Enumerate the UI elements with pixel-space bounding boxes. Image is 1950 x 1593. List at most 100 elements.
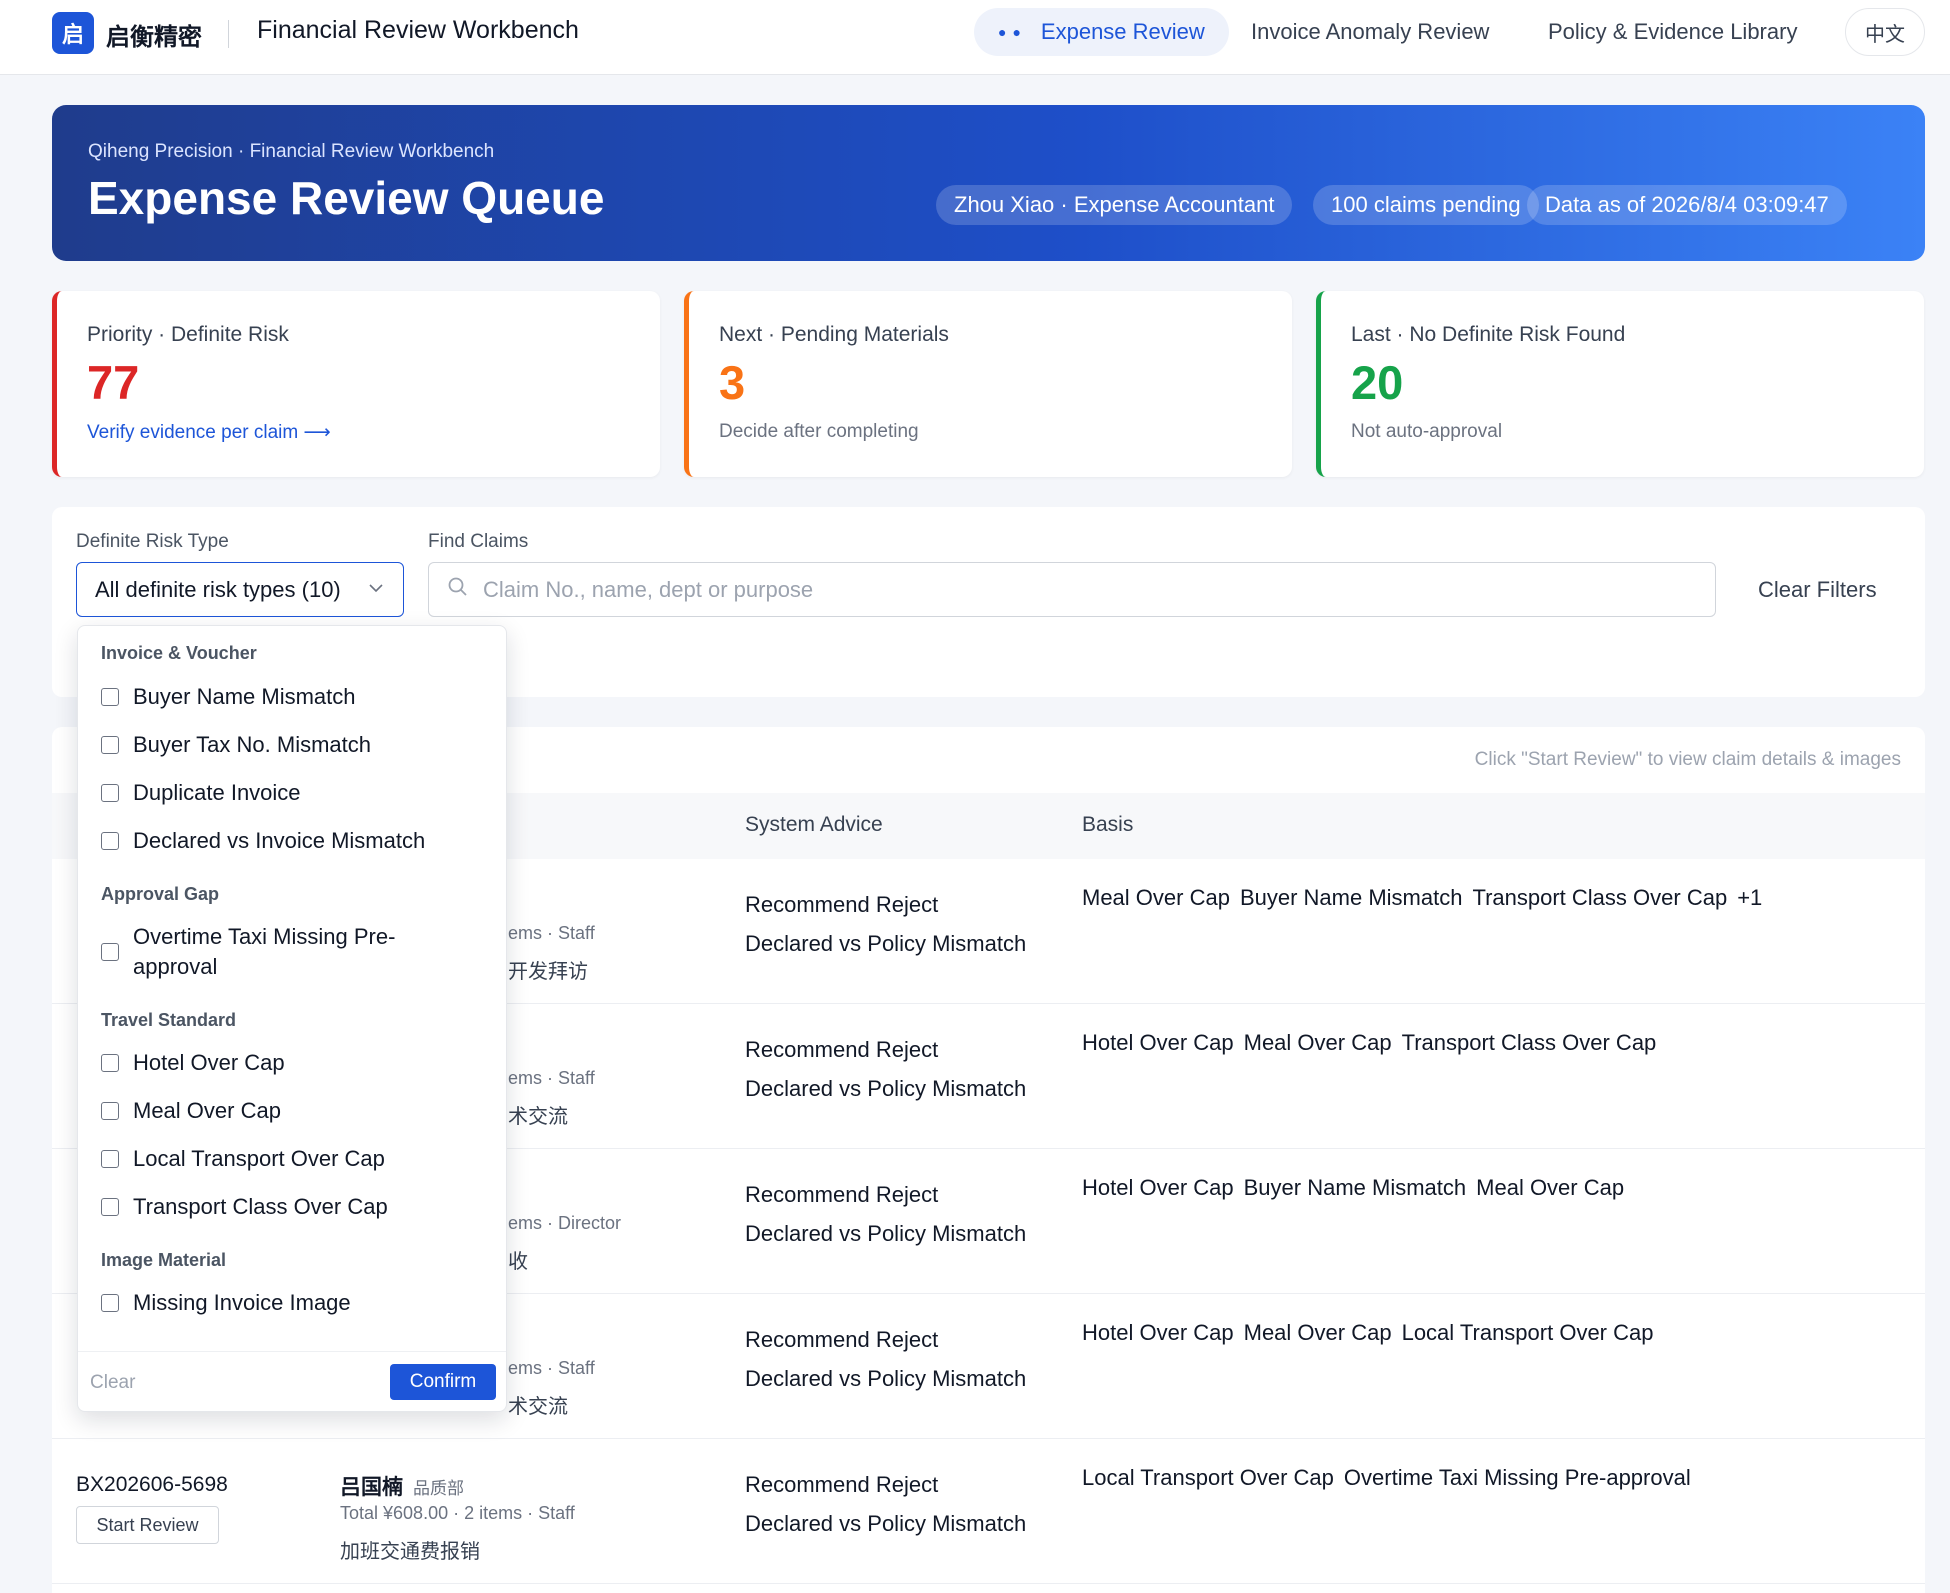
stat-value: 3 [719,356,746,409]
pending-count-pill: 100 claims pending [1313,185,1539,225]
search-field[interactable] [428,562,1716,617]
option-duplicate-invoice[interactable]: Duplicate Invoice [101,780,301,806]
tab-expense-review[interactable]: ●● Expense Review [974,8,1229,56]
find-claims-label: Find Claims [428,531,529,552]
tab-invoice-anomaly-label: Invoice Anomaly Review [1251,19,1490,44]
basis-tag: Meal Over Cap [1243,1320,1392,1345]
tab-expense-review-label: Expense Review [1040,19,1205,44]
basis-tags: Hotel Over Cap Meal Over Cap Local Transpo… [1082,1320,1663,1346]
advice-reason: Declared vs Policy Mismatch [745,1076,1027,1101]
option-label: Buyer Name Mismatch [133,684,356,709]
verify-evidence-label: Verify evidence per claim [87,422,299,443]
option-missing-invoice-image[interactable]: Missing Invoice Image [101,1290,351,1316]
system-advice: Recommend Reject Declared vs Policy Mism… [745,1175,1026,1253]
stat-card-definite-risk[interactable]: Priority · Definite Risk 77 Verify evide… [52,291,660,477]
risk-type-select[interactable]: All definite risk types (10) [76,562,404,617]
active-dots-icon: ●● [998,24,1027,40]
risk-type-value: All definite risk types (10) [95,576,341,602]
logo[interactable]: 启 [52,12,94,54]
option-label: Declared vs Invoice Mismatch [133,828,426,853]
option-declared-vs-invoice-mismatch[interactable]: Declared vs Invoice Mismatch [101,828,425,854]
column-header-system-advice: System Advice [745,813,883,836]
table-row[interactable]: BX202606-5698 Start Review 吕国楠 品质部 Total … [52,1439,1925,1584]
tab-invoice-anomaly-review[interactable]: Invoice Anomaly Review [1227,8,1513,56]
advice-reason: Declared vs Policy Mismatch [745,1221,1027,1246]
dropdown-confirm-button[interactable]: Confirm [390,1364,496,1400]
basis-tag: Hotel Over Cap [1082,1175,1234,1200]
data-timestamp-pill: Data as of 2026/8/4 03:09:47 [1527,185,1847,225]
claim-purpose: 术交流 [508,1396,568,1418]
advice-recommendation: Recommend Reject [745,892,939,917]
basis-tag: Meal Over Cap [1082,885,1230,910]
claimant-department: 品质部 [413,1479,464,1498]
search-input[interactable] [483,576,1583,603]
system-advice: Recommend Reject Declared vs Policy Mism… [745,885,1026,963]
checkbox-icon[interactable] [101,1198,119,1216]
dropdown-footer: Clear Confirm [78,1351,506,1411]
checkbox-icon[interactable] [101,943,119,961]
basis-tags: Meal Over Cap Buyer Name Mismatch Transpor… [1082,885,1772,911]
dropdown-clear-button[interactable]: Clear [90,1372,135,1394]
checkbox-icon[interactable] [101,784,119,802]
checkbox-icon[interactable] [101,736,119,754]
app-title: Financial Review Workbench [257,16,579,44]
page-title: Expense Review Queue [88,172,605,224]
option-label: Duplicate Invoice [133,780,301,805]
chevron-down-icon [367,577,385,603]
checkbox-icon[interactable] [101,1150,119,1168]
checkbox-icon[interactable] [101,1054,119,1072]
option-transport-class-over-cap[interactable]: Transport Class Over Cap [101,1194,388,1220]
claim-meta: Total ¥608.00 · 2 items · Staff [340,1503,575,1523]
option-buyer-name-mismatch[interactable]: Buyer Name Mismatch [101,684,356,710]
start-review-button[interactable]: Start Review [76,1506,219,1544]
stat-card-no-risk[interactable]: Last · No Definite Risk Found 20 Not aut… [1316,291,1924,477]
claim-meta: ems · Staff [508,1358,595,1378]
language-switch-button[interactable]: 中文 [1845,8,1925,56]
checkbox-icon[interactable] [101,832,119,850]
advice-recommendation: Recommend Reject [745,1182,939,1207]
option-meal-over-cap[interactable]: Meal Over Cap [101,1098,281,1124]
basis-tag: Transport Class Over Cap [1472,885,1728,910]
stat-card-pending-materials[interactable]: Next · Pending Materials 3 Decide after … [684,291,1292,477]
verify-evidence-link[interactable]: Verify evidence per claim ⟶ [87,421,331,444]
checkbox-icon[interactable] [101,1294,119,1312]
risk-type-label: Definite Risk Type [76,531,229,552]
option-label: Missing Invoice Image [133,1290,351,1315]
claim-purpose: 加班交通费报销 [340,1541,480,1563]
tab-policy-label: Policy & Evidence Library [1548,19,1798,44]
basis-tag: Overtime Taxi Missing Pre-approval [1343,1465,1691,1490]
user-pill: Zhou Xiao · Expense Accountant [936,185,1293,225]
top-navigation: 启 启衡精密 Financial Review Workbench ●● Exp… [0,0,1950,75]
option-local-transport-over-cap[interactable]: Local Transport Over Cap [101,1146,385,1172]
advice-recommendation: Recommend Reject [745,1472,939,1497]
risk-type-dropdown: Invoice & Voucher Buyer Name Mismatch Bu… [77,625,507,1412]
basis-tag: Buyer Name Mismatch [1243,1175,1467,1200]
checkbox-icon[interactable] [101,1102,119,1120]
column-header-basis: Basis [1082,813,1134,836]
hero-subtitle: Qiheng Precision · Financial Review Work… [88,141,495,162]
tab-policy-evidence-library[interactable]: Policy & Evidence Library [1524,8,1821,56]
system-advice: Recommend Reject Declared vs Policy Mism… [745,1465,1026,1543]
brand-name: 启衡精密 [106,24,202,51]
option-label: Transport Class Over Cap [133,1194,388,1219]
basis-tag: Hotel Over Cap [1082,1030,1234,1055]
option-hotel-over-cap[interactable]: Hotel Over Cap [101,1050,285,1076]
claim-number: BX202606-5698 [76,1473,228,1496]
basis-tag: Hotel Over Cap [1082,1320,1234,1345]
claim-purpose: 收 [508,1251,528,1273]
checkbox-icon[interactable] [101,688,119,706]
claim-meta: ems · Staff [508,1068,595,1088]
basis-tags: Local Transport Over Cap Overtime Taxi Mi… [1082,1465,1701,1491]
option-buyer-tax-no-mismatch[interactable]: Buyer Tax No. Mismatch [101,732,371,758]
advice-reason: Declared vs Policy Mismatch [745,931,1027,956]
claim-purpose: 开发拜访 [508,961,588,983]
advice-reason: Declared vs Policy Mismatch [745,1366,1027,1391]
option-overtime-taxi-missing-preapproval[interactable]: Overtime Taxi Missing Pre-approval [101,922,431,982]
group-image-material: Image Material [101,1250,227,1270]
basis-tag: Buyer Name Mismatch [1239,885,1463,910]
advice-recommendation: Recommend Reject [745,1327,939,1352]
stat-label: Last · No Definite Risk Found [1351,323,1626,346]
basis-tags: Hotel Over Cap Meal Over Cap Transport Cla… [1082,1030,1666,1056]
clear-filters-button[interactable]: Clear Filters [1758,577,1877,603]
more-tags-badge[interactable]: +1 [1737,885,1762,910]
